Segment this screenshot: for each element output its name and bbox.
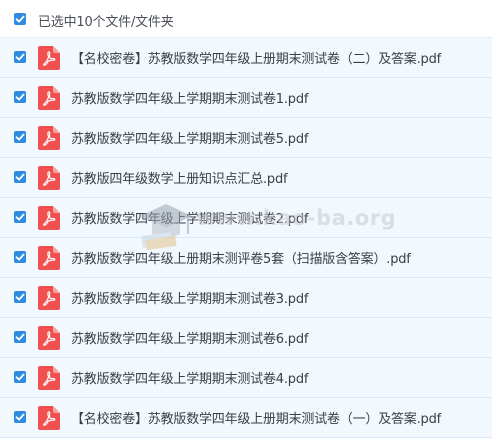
pdf-icon	[38, 206, 60, 230]
file-row[interactable]: 苏教版四年级数学上册知识点汇总.pdf	[0, 158, 492, 198]
selection-count-label: 已选中10个文件/文件夹	[38, 15, 174, 30]
file-checkbox[interactable]	[14, 291, 26, 303]
file-row[interactable]: 苏教版数学四年级上学期期末测试卷4.pdf	[0, 358, 492, 398]
file-row[interactable]: 苏教版数学四年级上册期末测评卷5套（扫描版含答案）.pdf	[0, 238, 492, 278]
file-name[interactable]: 苏教版数学四年级上册期末测评卷5套（扫描版含答案）.pdf	[71, 248, 411, 267]
file-name[interactable]: 苏教版数学四年级上学期期末测试卷3.pdf	[71, 288, 308, 307]
file-checkbox[interactable]	[14, 411, 26, 423]
file-checkbox[interactable]	[14, 211, 26, 223]
pdf-icon	[38, 406, 60, 430]
file-name[interactable]: 苏教版数学四年级上学期期末测试卷6.pdf	[71, 328, 308, 347]
file-checkbox[interactable]	[14, 131, 26, 143]
file-name[interactable]: 苏教版数学四年级上学期期末测试卷4.pdf	[71, 368, 308, 387]
pdf-icon	[38, 86, 60, 110]
file-name[interactable]: 苏教版数学四年级上学期期末测试卷1.pdf	[71, 88, 308, 107]
file-checkbox[interactable]	[14, 331, 26, 343]
file-checkbox[interactable]	[14, 171, 26, 183]
file-name[interactable]: 【名校密卷】苏教版数学四年级上册期末测试卷（一）及答案.pdf	[71, 408, 441, 427]
file-name[interactable]: 苏教版数学四年级上学期期末测试卷2.pdf	[71, 208, 308, 227]
file-name[interactable]: 苏教版四年级数学上册知识点汇总.pdf	[71, 168, 288, 187]
pdf-icon	[38, 126, 60, 150]
select-all-checkbox[interactable]	[14, 13, 26, 25]
pdf-icon	[38, 166, 60, 190]
pdf-icon	[38, 366, 60, 390]
file-row[interactable]: 【名校密卷】苏教版数学四年级上册期末测试卷（二）及答案.pdf	[0, 38, 492, 78]
file-row[interactable]: 苏教版数学四年级上学期期末测试卷6.pdf	[0, 318, 492, 358]
file-row[interactable]: 苏教版数学四年级上学期期末测试卷1.pdf	[0, 78, 492, 118]
pdf-icon	[38, 286, 60, 310]
selection-header: 已选中10个文件/文件夹	[0, 0, 492, 38]
file-name[interactable]: 【名校密卷】苏教版数学四年级上册期末测试卷（二）及答案.pdf	[71, 48, 441, 67]
file-checkbox[interactable]	[14, 51, 26, 63]
file-row[interactable]: 苏教版数学四年级上学期期末测试卷5.pdf	[0, 118, 492, 158]
file-name[interactable]: 苏教版数学四年级上学期期末测试卷5.pdf	[71, 128, 308, 147]
file-row[interactable]: 苏教版数学四年级上学期期末测试卷2.pdf	[0, 198, 492, 238]
file-row[interactable]: 【名校密卷】苏教版数学四年级上册期末测试卷（一）及答案.pdf	[0, 398, 492, 438]
file-checkbox[interactable]	[14, 251, 26, 263]
file-checkbox[interactable]	[14, 91, 26, 103]
file-checkbox[interactable]	[14, 371, 26, 383]
pdf-icon	[38, 326, 60, 350]
pdf-icon	[38, 46, 60, 70]
file-row[interactable]: 苏教版数学四年级上学期期末测试卷3.pdf	[0, 278, 492, 318]
pdf-icon	[38, 246, 60, 270]
